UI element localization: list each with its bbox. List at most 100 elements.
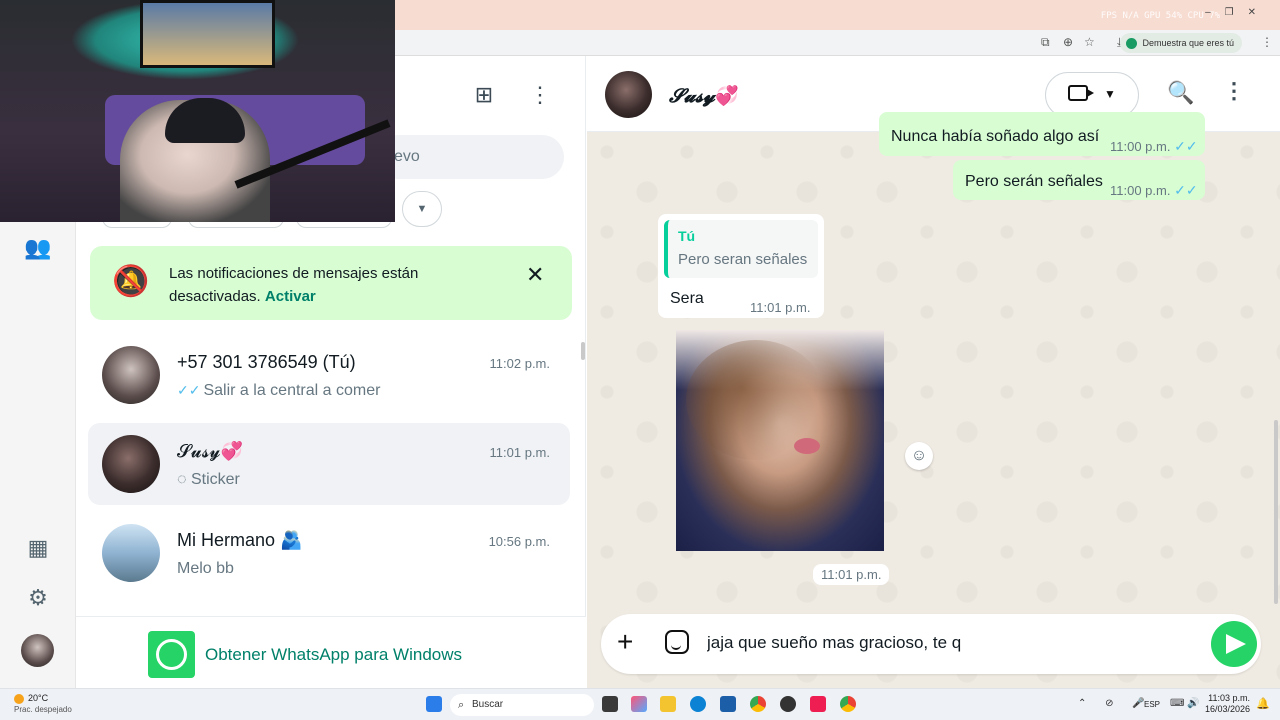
get-app-label[interactable]: Obtener WhatsApp para Windows: [205, 645, 462, 665]
search-text: evo: [394, 148, 420, 165]
chat-name: 𝓢𝓾𝓼𝔂: [177, 441, 221, 461]
chevron-down-icon: ▼: [1104, 87, 1116, 101]
communities-icon[interactable]: 👥: [20, 230, 56, 266]
menu-icon[interactable]: ⋮: [1223, 78, 1245, 104]
avatar: [102, 435, 160, 493]
weather-widget[interactable]: 20°C Prac. despejado: [14, 693, 72, 715]
scrollbar[interactable]: [581, 342, 585, 360]
chrome-icon[interactable]: [750, 696, 766, 712]
clock[interactable]: 11:03 p.m. 16/03/2026: [1205, 693, 1250, 715]
menu-icon[interactable]: ⋮: [525, 80, 555, 110]
get-app-bar[interactable]: Obtener WhatsApp para Windows: [76, 616, 586, 688]
media-icon[interactable]: ▦: [20, 530, 56, 566]
heart-emoji: 💞: [220, 441, 244, 461]
window-controls[interactable]: –❐✕: [1205, 7, 1270, 18]
search-input[interactable]: evo: [376, 135, 564, 179]
new-chat-icon[interactable]: ⊞: [469, 80, 499, 110]
avatar: [102, 346, 160, 404]
zoom-icon[interactable]: ⊕: [1063, 35, 1073, 49]
contact-name: 𝓢𝓾𝓼𝔂: [669, 85, 716, 107]
emoji-react-icon[interactable]: ☺: [905, 442, 933, 470]
tiktok-icon[interactable]: [810, 696, 826, 712]
task-view-icon[interactable]: [602, 696, 618, 712]
taskbar: 20°C Prac. despejado ⌕ Buscar ⌃ ⊘ 🎤 ESP ⌨…: [0, 688, 1280, 720]
browser-menu-icon[interactable]: ⋮: [1261, 35, 1273, 49]
chat-item-hermano[interactable]: Mi Hermano 🫂 10:56 p.m. Melo bb: [88, 512, 570, 594]
quote-author: Tú: [678, 228, 696, 244]
message-bubble[interactable]: Nunca había soñado algo así 11:00 p.m. ✓…: [879, 112, 1205, 156]
chrome-icon[interactable]: [840, 696, 856, 712]
bookmark-star-icon[interactable]: ☆: [1084, 35, 1095, 49]
sticker-image[interactable]: [676, 330, 884, 551]
taskbar-search[interactable]: ⌕ Buscar: [450, 694, 594, 716]
chat-time: 11:01 p.m.: [489, 445, 550, 460]
chat-preview: Melo bb: [177, 560, 234, 577]
message-bubble[interactable]: Tú Pero seran señales Sera 11:01 p.m.: [658, 214, 824, 318]
verify-dot-icon: [1126, 38, 1138, 49]
attach-plus-icon[interactable]: +: [617, 626, 633, 658]
app-icon[interactable]: [780, 696, 796, 712]
perf-stats: FPS N/A GPU 54% CPU 7%: [1100, 11, 1220, 21]
message-text: Pero serán señales: [965, 173, 1103, 190]
conversation-pane: 𝓢𝓾𝓼𝔂💞 ▼ 🔍 ⋮ Nunca había soñado algo así …: [587, 56, 1280, 688]
edge-icon[interactable]: [690, 696, 706, 712]
message-time: 11:01 p.m.: [750, 300, 811, 315]
message-text: Nunca había soñado algo así: [891, 128, 1100, 145]
system-tray-icons[interactable]: ⌃ ⊘ 🎤: [1078, 698, 1153, 709]
message-time: 11:00 p.m.: [1110, 183, 1171, 198]
sticker-icon: ◌: [177, 471, 191, 488]
weather-sun-icon: [14, 693, 24, 704]
verify-chip-label: Demuestra que eres tú: [1142, 38, 1234, 48]
background-tv: [140, 0, 275, 68]
video-camera-icon: [1068, 85, 1094, 101]
double-check-icon: ✓✓: [177, 382, 201, 398]
windows-start-icon[interactable]: [426, 696, 442, 712]
webcam-overlay: [0, 0, 395, 222]
activate-link[interactable]: Activar: [265, 288, 316, 305]
search-icon[interactable]: 🔍: [1167, 80, 1194, 106]
whatsapp-logo-icon: [148, 631, 195, 678]
hug-emoji: 🫂: [280, 530, 303, 550]
message-time: 11:01 p.m.: [813, 564, 890, 585]
contact-avatar[interactable]: [605, 71, 652, 118]
bell-off-icon: 🔕: [112, 265, 150, 298]
message-composer: +: [601, 614, 1261, 674]
input-language[interactable]: ESP: [1144, 700, 1160, 709]
chat-name: +57 301 3786549 (Tú): [177, 352, 356, 372]
message-input[interactable]: [707, 633, 1197, 653]
chat-item-susy[interactable]: 𝓢𝓾𝓼𝔂💞 11:01 p.m. ◌ Sticker: [88, 423, 570, 505]
verify-chip[interactable]: Demuestra que eres tú: [1120, 33, 1242, 53]
clock-date: 16/03/2026: [1204, 704, 1250, 714]
quoted-message[interactable]: Tú Pero seran señales: [664, 220, 818, 278]
chat-preview: Sticker: [190, 471, 240, 488]
chat-name: Mi Hermano: [177, 530, 276, 550]
send-button[interactable]: [1211, 621, 1257, 667]
scrollbar[interactable]: [1274, 420, 1278, 604]
weather-temp: 20°C: [28, 693, 49, 703]
close-icon[interactable]: ✕: [526, 262, 544, 288]
store-icon[interactable]: [720, 696, 736, 712]
install-app-icon[interactable]: ⧉: [1041, 35, 1050, 50]
chat-preview: Salir a la central a comer: [203, 382, 381, 399]
double-check-icon: ✓✓: [1174, 182, 1198, 198]
clock-time: 11:03 p.m.: [1208, 693, 1250, 703]
file-explorer-icon[interactable]: [660, 696, 676, 712]
profile-avatar[interactable]: [21, 634, 54, 667]
message-time: 11:00 p.m.: [1110, 139, 1171, 154]
network-volume-icons[interactable]: ⌨ 🔊: [1170, 698, 1200, 709]
search-icon: ⌕: [458, 699, 465, 711]
double-check-icon: ✓✓: [1174, 138, 1198, 154]
sticker-icon[interactable]: [665, 630, 689, 654]
filter-dropdown-button[interactable]: ▼: [402, 191, 442, 227]
copilot-icon[interactable]: [631, 696, 647, 712]
taskbar-search-label: Buscar: [472, 699, 504, 710]
address-bar[interactable]: ⧉ ⊕ ☆ ⤓ Demuestra que eres tú ⋮: [395, 30, 1280, 56]
left-rail: 👥 ▦ ⚙: [0, 222, 76, 688]
notification-bell-icon[interactable]: 🔔: [1256, 697, 1270, 710]
message-text: Sera: [670, 290, 704, 307]
message-bubble[interactable]: Pero serán señales 11:00 p.m. ✓✓: [953, 160, 1205, 200]
settings-icon[interactable]: ⚙: [20, 580, 56, 616]
avatar: [102, 524, 160, 582]
chat-item-self[interactable]: +57 301 3786549 (Tú) 11:02 p.m. ✓✓ Salir …: [88, 334, 570, 416]
notification-banner: 🔕 Las notificaciones de mensajes están d…: [90, 246, 572, 320]
